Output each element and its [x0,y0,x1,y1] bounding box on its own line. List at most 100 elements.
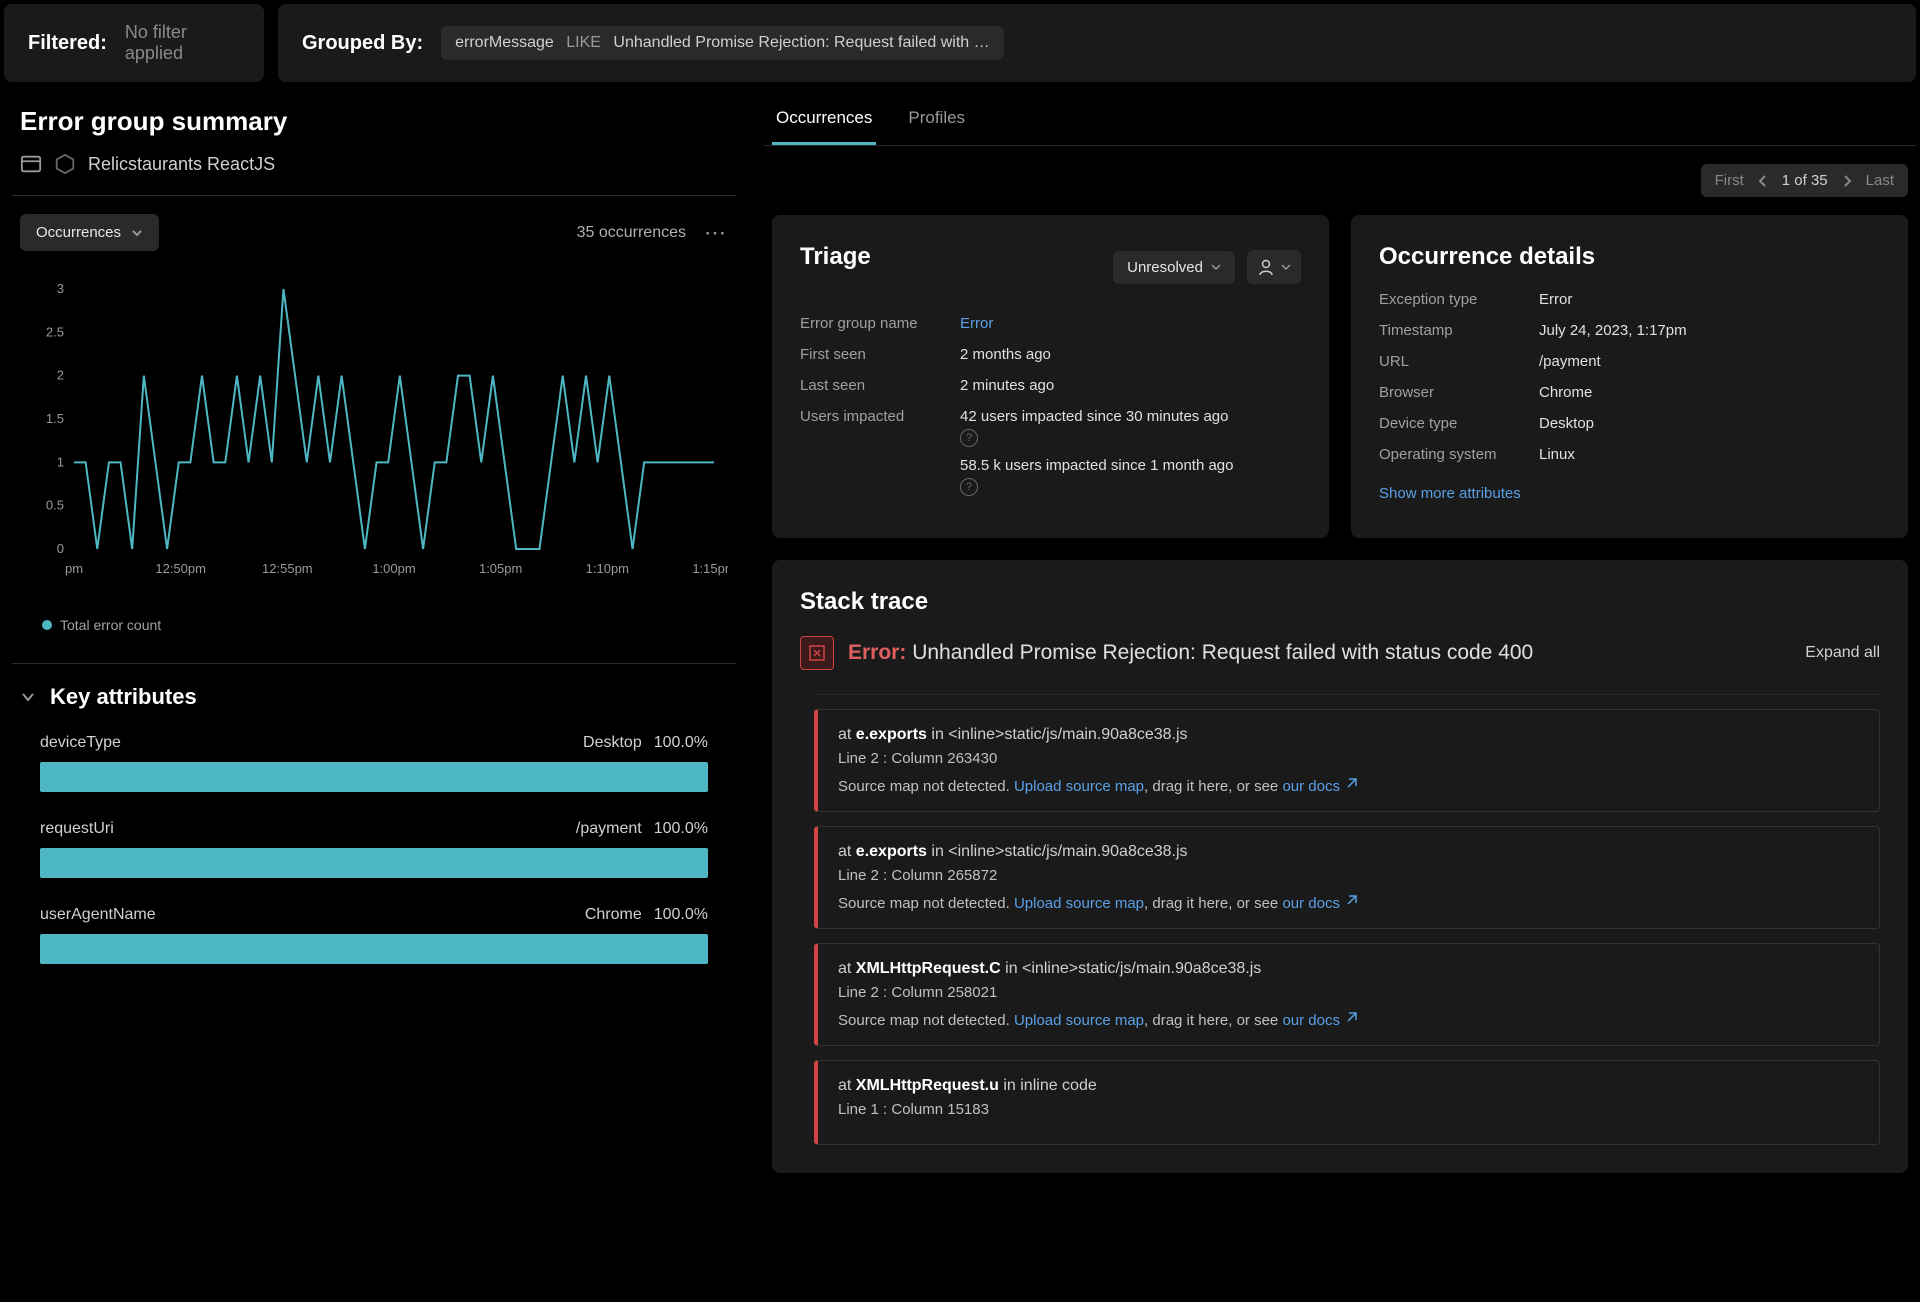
kv-label: Operating system [1379,446,1539,463]
external-link-icon [1344,1011,1358,1025]
svg-text:12:55pm: 12:55pm [262,561,313,576]
browser-icon [20,153,42,175]
stack-frame[interactable]: at e.exports in <inline>static/js/main.9… [814,826,1880,929]
attribute-block: deviceTypeDesktop100.0% [20,734,728,792]
stack-error-text: Error: Unhandled Promise Rejection: Requ… [848,641,1533,665]
page-last[interactable]: Last [1866,172,1894,189]
svg-text:1.5: 1.5 [46,411,64,426]
attr-value: Chrome100.0% [585,906,708,924]
docs-link[interactable]: our docs [1282,895,1358,912]
kv-label: Error group name [800,315,960,332]
svg-text:2: 2 [57,368,64,383]
attr-name: userAgentName [40,906,156,924]
external-link-icon [1344,894,1358,908]
help-icon[interactable]: ? [960,478,978,496]
attr-name: requestUri [40,820,114,838]
kv-label: Users impacted [800,408,960,496]
legend-label: Total error count [60,617,161,633]
page-position: 1 of 35 [1782,172,1828,189]
svg-text:1: 1 [57,454,64,469]
show-more-attributes[interactable]: Show more attributes [1379,485,1521,502]
frame-line-col: Line 2 : Column 258021 [838,984,1859,1001]
svg-text:1:05pm: 1:05pm [479,561,522,576]
error-group-link[interactable]: Error [960,315,1301,332]
collapse-toggle[interactable] [20,689,36,705]
details-card: Occurrence details Exception typeError T… [1351,215,1908,538]
frame-source-hint: Source map not detected. Upload source m… [838,777,1859,795]
svg-text:0.5: 0.5 [46,498,64,513]
kv-value: Linux [1539,446,1880,463]
kv-value: Desktop [1539,415,1880,432]
stack-frame[interactable]: at XMLHttpRequest.u in inline codeLine 1… [814,1060,1880,1145]
key-attributes-title: Key attributes [50,684,197,710]
attr-value: /payment100.0% [576,820,708,838]
chevron-down-icon [1211,262,1221,272]
kv-value: 2 minutes ago [960,377,1301,394]
frame-location: at e.exports in <inline>static/js/main.9… [838,726,1859,744]
upload-source-map-link[interactable]: Upload source map [1014,1012,1144,1029]
expand-all-button[interactable]: Expand all [1805,644,1880,662]
docs-link[interactable]: our docs [1282,778,1358,795]
attribute-block: requestUri/payment100.0% [20,820,728,878]
triage-title: Triage [800,243,871,271]
page-prev[interactable] [1758,175,1768,187]
occurrences-dropdown[interactable]: Occurrences [20,214,159,251]
external-link-icon [1344,777,1358,791]
filtered-value: No filter applied [125,22,240,64]
assign-user-button[interactable] [1247,250,1301,284]
stack-frame[interactable]: at XMLHttpRequest.C in <inline>static/js… [814,943,1880,1046]
grouped-label: Grouped By: [302,32,423,55]
svg-text:1:00pm: 1:00pm [372,561,415,576]
occurrences-chart: 00.511.522.53pm12:50pm12:55pm1:00pm1:05p… [12,269,736,609]
upload-source-map-link[interactable]: Upload source map [1014,778,1144,795]
pagination: First 1 of 35 Last [1701,164,1908,197]
hex-icon [54,153,76,175]
svg-text:3: 3 [57,281,64,296]
frame-line-col: Line 1 : Column 15183 [838,1101,1859,1118]
frame-line-col: Line 2 : Column 265872 [838,867,1859,884]
tab-profiles[interactable]: Profiles [904,94,969,145]
page-first[interactable]: First [1715,172,1744,189]
kv-label: Timestamp [1379,322,1539,339]
triage-card: Triage Unresolved Error group nameError … [772,215,1329,538]
chip-field: errorMessage [455,34,554,51]
frame-source-hint: Source map not detected. Upload source m… [838,1011,1859,1029]
stack-frame[interactable]: at e.exports in <inline>static/js/main.9… [814,709,1880,812]
details-title: Occurrence details [1379,243,1880,271]
attr-bar [40,934,708,964]
frame-location: at XMLHttpRequest.C in <inline>static/js… [838,960,1859,978]
frame-line-col: Line 2 : Column 263430 [838,750,1859,767]
error-icon [800,636,834,670]
legend-dot [42,620,52,630]
app-name[interactable]: Relicstaurants ReactJS [88,154,275,175]
svg-text:2.5: 2.5 [46,324,64,339]
kv-value: 2 months ago [960,346,1301,363]
kv-value: 42 users impacted since 30 minutes ago ?… [960,408,1301,496]
help-icon[interactable]: ? [960,429,978,447]
grouped-chip[interactable]: errorMessage LIKE Unhandled Promise Reje… [441,26,1004,60]
kv-value: Error [1539,291,1880,308]
attr-bar [40,762,708,792]
chip-op: LIKE [566,34,601,51]
more-menu[interactable]: ⋯ [704,220,728,246]
kv-label: Exception type [1379,291,1539,308]
page-next[interactable] [1842,175,1852,187]
chevron-down-icon [1281,262,1291,272]
upload-source-map-link[interactable]: Upload source map [1014,895,1144,912]
grouped-by: Grouped By: errorMessage LIKE Unhandled … [278,4,1916,82]
filtered-label: Filtered: [28,32,107,55]
svg-text:pm: pm [65,561,83,576]
svg-text:1:15pm: 1:15pm [692,561,728,576]
attr-bar [40,848,708,878]
kv-label: Browser [1379,384,1539,401]
stack-trace-card: Stack trace Error: Unhandled Promise Rej… [772,560,1908,1173]
stack-title: Stack trace [800,588,1880,616]
kv-label: Device type [1379,415,1539,432]
attr-value: Desktop100.0% [583,734,708,752]
docs-link[interactable]: our docs [1282,1012,1358,1029]
tab-occurrences[interactable]: Occurrences [772,94,876,145]
status-dropdown[interactable]: Unresolved [1113,251,1235,284]
svg-text:0: 0 [57,541,64,556]
occurrences-count: 35 occurrences [577,224,686,242]
chevron-down-icon [131,227,143,239]
